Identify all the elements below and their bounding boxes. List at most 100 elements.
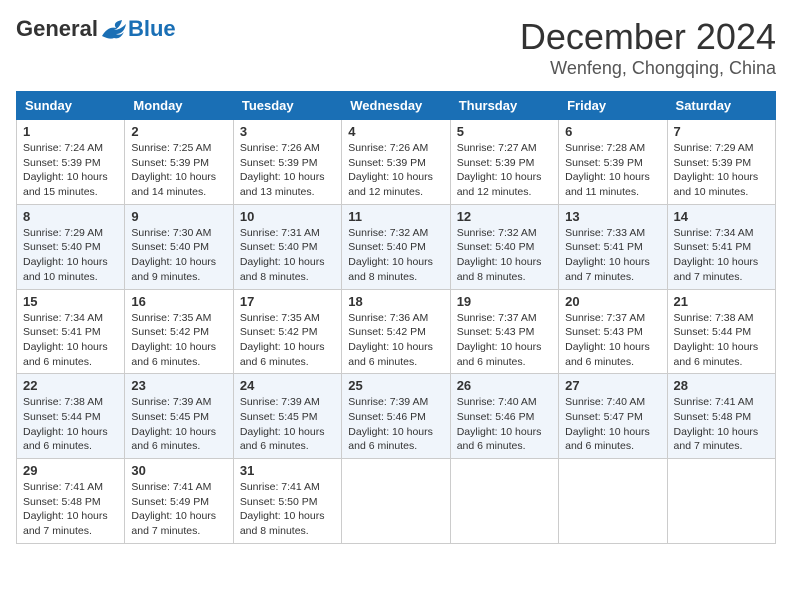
day-number: 17 bbox=[240, 294, 335, 309]
table-row: 6 Sunrise: 7:28 AM Sunset: 5:39 PM Dayli… bbox=[559, 120, 667, 205]
day-info: Sunrise: 7:29 AM Sunset: 5:39 PM Dayligh… bbox=[674, 141, 769, 200]
table-row: 20 Sunrise: 7:37 AM Sunset: 5:43 PM Dayl… bbox=[559, 289, 667, 374]
day-number: 18 bbox=[348, 294, 443, 309]
table-row bbox=[342, 459, 450, 544]
day-number: 5 bbox=[457, 124, 552, 139]
day-number: 9 bbox=[131, 209, 226, 224]
table-row: 21 Sunrise: 7:38 AM Sunset: 5:44 PM Dayl… bbox=[667, 289, 775, 374]
table-row: 18 Sunrise: 7:36 AM Sunset: 5:42 PM Dayl… bbox=[342, 289, 450, 374]
table-row: 27 Sunrise: 7:40 AM Sunset: 5:47 PM Dayl… bbox=[559, 374, 667, 459]
day-number: 20 bbox=[565, 294, 660, 309]
page-header: General Blue December 2024 Wenfeng, Chon… bbox=[16, 16, 776, 79]
day-number: 2 bbox=[131, 124, 226, 139]
day-number: 26 bbox=[457, 378, 552, 393]
day-number: 29 bbox=[23, 463, 118, 478]
header-thursday: Thursday bbox=[450, 92, 558, 120]
table-row bbox=[450, 459, 558, 544]
header-monday: Monday bbox=[125, 92, 233, 120]
day-number: 16 bbox=[131, 294, 226, 309]
day-info: Sunrise: 7:38 AM Sunset: 5:44 PM Dayligh… bbox=[674, 311, 769, 370]
table-row: 24 Sunrise: 7:39 AM Sunset: 5:45 PM Dayl… bbox=[233, 374, 341, 459]
day-number: 11 bbox=[348, 209, 443, 224]
day-number: 15 bbox=[23, 294, 118, 309]
day-number: 6 bbox=[565, 124, 660, 139]
table-row: 25 Sunrise: 7:39 AM Sunset: 5:46 PM Dayl… bbox=[342, 374, 450, 459]
table-row: 16 Sunrise: 7:35 AM Sunset: 5:42 PM Dayl… bbox=[125, 289, 233, 374]
table-row: 12 Sunrise: 7:32 AM Sunset: 5:40 PM Dayl… bbox=[450, 204, 558, 289]
header-wednesday: Wednesday bbox=[342, 92, 450, 120]
table-row: 14 Sunrise: 7:34 AM Sunset: 5:41 PM Dayl… bbox=[667, 204, 775, 289]
table-row: 5 Sunrise: 7:27 AM Sunset: 5:39 PM Dayli… bbox=[450, 120, 558, 205]
day-number: 8 bbox=[23, 209, 118, 224]
day-number: 12 bbox=[457, 209, 552, 224]
day-info: Sunrise: 7:29 AM Sunset: 5:40 PM Dayligh… bbox=[23, 226, 118, 285]
day-info: Sunrise: 7:26 AM Sunset: 5:39 PM Dayligh… bbox=[348, 141, 443, 200]
day-info: Sunrise: 7:35 AM Sunset: 5:42 PM Dayligh… bbox=[240, 311, 335, 370]
day-info: Sunrise: 7:26 AM Sunset: 5:39 PM Dayligh… bbox=[240, 141, 335, 200]
table-row: 28 Sunrise: 7:41 AM Sunset: 5:48 PM Dayl… bbox=[667, 374, 775, 459]
day-number: 3 bbox=[240, 124, 335, 139]
day-info: Sunrise: 7:39 AM Sunset: 5:45 PM Dayligh… bbox=[131, 395, 226, 454]
day-info: Sunrise: 7:35 AM Sunset: 5:42 PM Dayligh… bbox=[131, 311, 226, 370]
logo-bird-icon bbox=[100, 18, 128, 40]
day-number: 21 bbox=[674, 294, 769, 309]
day-info: Sunrise: 7:32 AM Sunset: 5:40 PM Dayligh… bbox=[457, 226, 552, 285]
table-row: 17 Sunrise: 7:35 AM Sunset: 5:42 PM Dayl… bbox=[233, 289, 341, 374]
day-info: Sunrise: 7:41 AM Sunset: 5:50 PM Dayligh… bbox=[240, 480, 335, 539]
day-info: Sunrise: 7:38 AM Sunset: 5:44 PM Dayligh… bbox=[23, 395, 118, 454]
table-row: 3 Sunrise: 7:26 AM Sunset: 5:39 PM Dayli… bbox=[233, 120, 341, 205]
day-number: 23 bbox=[131, 378, 226, 393]
day-number: 1 bbox=[23, 124, 118, 139]
day-number: 19 bbox=[457, 294, 552, 309]
day-number: 27 bbox=[565, 378, 660, 393]
day-number: 24 bbox=[240, 378, 335, 393]
day-info: Sunrise: 7:40 AM Sunset: 5:47 PM Dayligh… bbox=[565, 395, 660, 454]
table-row: 29 Sunrise: 7:41 AM Sunset: 5:48 PM Dayl… bbox=[17, 459, 125, 544]
table-row: 22 Sunrise: 7:38 AM Sunset: 5:44 PM Dayl… bbox=[17, 374, 125, 459]
day-number: 31 bbox=[240, 463, 335, 478]
day-number: 30 bbox=[131, 463, 226, 478]
table-row: 2 Sunrise: 7:25 AM Sunset: 5:39 PM Dayli… bbox=[125, 120, 233, 205]
table-row bbox=[559, 459, 667, 544]
day-info: Sunrise: 7:39 AM Sunset: 5:46 PM Dayligh… bbox=[348, 395, 443, 454]
table-row: 31 Sunrise: 7:41 AM Sunset: 5:50 PM Dayl… bbox=[233, 459, 341, 544]
day-info: Sunrise: 7:37 AM Sunset: 5:43 PM Dayligh… bbox=[457, 311, 552, 370]
header-saturday: Saturday bbox=[667, 92, 775, 120]
day-info: Sunrise: 7:25 AM Sunset: 5:39 PM Dayligh… bbox=[131, 141, 226, 200]
header-sunday: Sunday bbox=[17, 92, 125, 120]
calendar-table: Sunday Monday Tuesday Wednesday Thursday… bbox=[16, 91, 776, 544]
day-info: Sunrise: 7:33 AM Sunset: 5:41 PM Dayligh… bbox=[565, 226, 660, 285]
table-row: 8 Sunrise: 7:29 AM Sunset: 5:40 PM Dayli… bbox=[17, 204, 125, 289]
calendar-header-row: Sunday Monday Tuesday Wednesday Thursday… bbox=[17, 92, 776, 120]
day-number: 4 bbox=[348, 124, 443, 139]
day-info: Sunrise: 7:41 AM Sunset: 5:48 PM Dayligh… bbox=[23, 480, 118, 539]
day-number: 10 bbox=[240, 209, 335, 224]
header-tuesday: Tuesday bbox=[233, 92, 341, 120]
day-info: Sunrise: 7:34 AM Sunset: 5:41 PM Dayligh… bbox=[23, 311, 118, 370]
day-number: 28 bbox=[674, 378, 769, 393]
table-row: 23 Sunrise: 7:39 AM Sunset: 5:45 PM Dayl… bbox=[125, 374, 233, 459]
day-info: Sunrise: 7:27 AM Sunset: 5:39 PM Dayligh… bbox=[457, 141, 552, 200]
day-info: Sunrise: 7:41 AM Sunset: 5:49 PM Dayligh… bbox=[131, 480, 226, 539]
table-row: 7 Sunrise: 7:29 AM Sunset: 5:39 PM Dayli… bbox=[667, 120, 775, 205]
day-info: Sunrise: 7:37 AM Sunset: 5:43 PM Dayligh… bbox=[565, 311, 660, 370]
day-number: 22 bbox=[23, 378, 118, 393]
day-info: Sunrise: 7:40 AM Sunset: 5:46 PM Dayligh… bbox=[457, 395, 552, 454]
table-row: 15 Sunrise: 7:34 AM Sunset: 5:41 PM Dayl… bbox=[17, 289, 125, 374]
table-row: 11 Sunrise: 7:32 AM Sunset: 5:40 PM Dayl… bbox=[342, 204, 450, 289]
table-row: 10 Sunrise: 7:31 AM Sunset: 5:40 PM Dayl… bbox=[233, 204, 341, 289]
day-number: 13 bbox=[565, 209, 660, 224]
month-title: December 2024 bbox=[520, 16, 776, 58]
table-row: 19 Sunrise: 7:37 AM Sunset: 5:43 PM Dayl… bbox=[450, 289, 558, 374]
day-info: Sunrise: 7:39 AM Sunset: 5:45 PM Dayligh… bbox=[240, 395, 335, 454]
location-title: Wenfeng, Chongqing, China bbox=[520, 58, 776, 79]
table-row: 30 Sunrise: 7:41 AM Sunset: 5:49 PM Dayl… bbox=[125, 459, 233, 544]
day-info: Sunrise: 7:36 AM Sunset: 5:42 PM Dayligh… bbox=[348, 311, 443, 370]
day-info: Sunrise: 7:28 AM Sunset: 5:39 PM Dayligh… bbox=[565, 141, 660, 200]
day-info: Sunrise: 7:41 AM Sunset: 5:48 PM Dayligh… bbox=[674, 395, 769, 454]
day-info: Sunrise: 7:30 AM Sunset: 5:40 PM Dayligh… bbox=[131, 226, 226, 285]
header-friday: Friday bbox=[559, 92, 667, 120]
table-row bbox=[667, 459, 775, 544]
day-info: Sunrise: 7:34 AM Sunset: 5:41 PM Dayligh… bbox=[674, 226, 769, 285]
table-row: 4 Sunrise: 7:26 AM Sunset: 5:39 PM Dayli… bbox=[342, 120, 450, 205]
